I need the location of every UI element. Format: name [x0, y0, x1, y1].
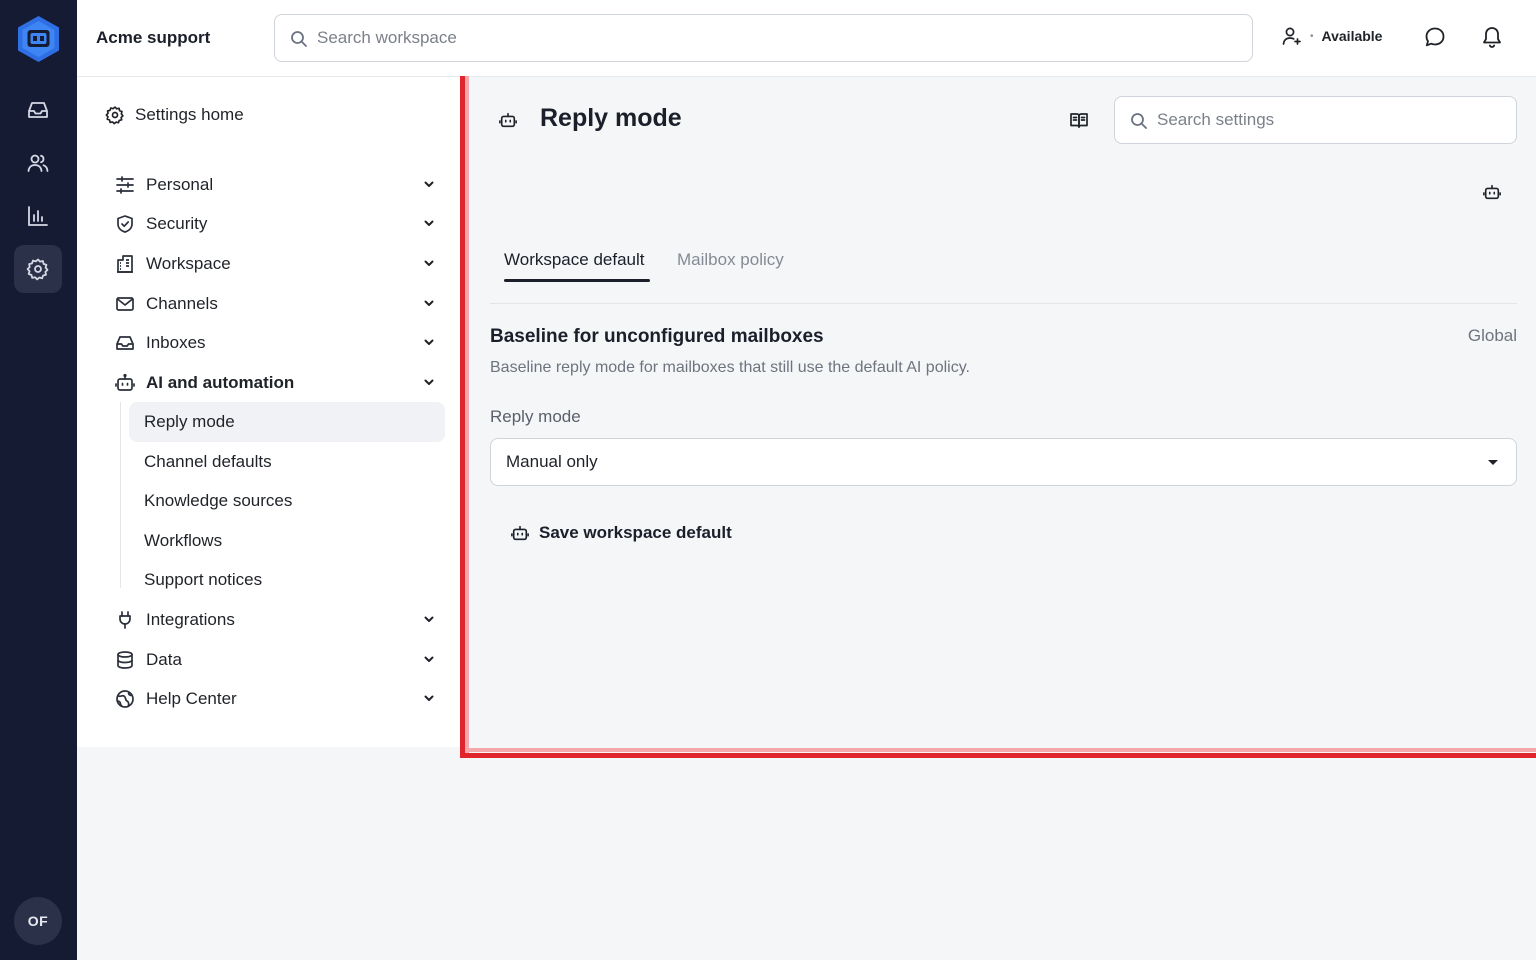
shield-icon [115, 214, 135, 234]
save-workspace-default-button[interactable]: Save workspace default [497, 513, 746, 553]
chevron-down-icon[interactable] [423, 217, 435, 229]
sidebar-item-security[interactable]: Security [115, 208, 435, 240]
settings-search-input[interactable] [1157, 105, 1497, 135]
sidebar-item-inboxes[interactable]: Inboxes [115, 327, 435, 359]
sidebar-item-label: Channels [146, 294, 218, 313]
chevron-down-icon[interactable] [423, 297, 435, 309]
sidebar-subitem-support-notices[interactable]: Support notices [129, 560, 445, 600]
settings-sidebar: Settings home Personal Security Workspac… [77, 77, 461, 747]
inbox-icon [26, 98, 50, 122]
people-icon [26, 151, 50, 175]
presence-label: Available [1321, 28, 1383, 44]
reply-mode-selected-value: Manual only [506, 452, 598, 471]
section-description: Baseline reply mode for mailboxes that s… [490, 359, 970, 376]
caret-down-icon [1488, 460, 1498, 465]
active-tab-indicator [504, 279, 650, 282]
chevron-down-icon[interactable] [423, 336, 435, 348]
sidebar-subitem-channel-defaults[interactable]: Channel defaults [129, 442, 445, 482]
highlight-frame-inner-left [465, 76, 469, 753]
settings-home-link[interactable]: Settings home [105, 105, 244, 125]
settings-search[interactable] [1114, 96, 1517, 144]
sidebar-item-ai-and-automation[interactable]: AI and automation [115, 367, 435, 399]
workspace-search-input[interactable] [317, 23, 1217, 53]
submenu-guide-line [120, 402, 121, 588]
inbox-icon [115, 333, 135, 353]
sidebar-item-label: Personal [146, 175, 214, 194]
sidebar-item-integrations[interactable]: Integrations [115, 604, 435, 636]
settings-home-label: Settings home [135, 105, 244, 124]
robot-icon [499, 111, 517, 129]
sidebar-subitem-knowledge-sources[interactable]: Knowledge sources [129, 481, 445, 521]
search-icon [290, 30, 308, 48]
chat-bubble-icon [1424, 26, 1446, 48]
presence-status[interactable]: • Available [1281, 26, 1382, 46]
robot-icon [115, 373, 135, 393]
sidebar-item-channels[interactable]: Channels [115, 288, 435, 320]
chevron-down-icon[interactable] [423, 376, 435, 388]
building-icon [115, 254, 135, 274]
chevron-down-icon[interactable] [423, 178, 435, 190]
sidebar-item-label: Data [146, 650, 182, 669]
chat-button[interactable] [1424, 26, 1446, 48]
workspace-name: Acme support [96, 28, 211, 47]
bell-icon [1481, 25, 1503, 49]
app-rail: OF [0, 0, 77, 960]
sidebar-item-label: AI and automation [146, 373, 295, 392]
user-avatar[interactable]: OF [14, 897, 62, 945]
globe-icon [115, 689, 135, 709]
inbox-nav-button[interactable] [14, 86, 62, 134]
book-open-icon[interactable] [1069, 110, 1089, 130]
search-icon [1130, 112, 1148, 130]
mail-icon [115, 294, 135, 314]
presence-separator: • [1310, 30, 1314, 42]
settings-nav-button[interactable] [14, 245, 62, 293]
sidebar-item-label: Integrations [146, 610, 235, 629]
sidebar-item-label: Help Center [146, 689, 237, 708]
chevron-down-icon[interactable] [423, 692, 435, 704]
gear-icon [26, 257, 50, 281]
bar-chart-icon [26, 204, 50, 228]
people-nav-button[interactable] [14, 139, 62, 187]
sidebar-item-label: Security [146, 214, 208, 233]
section-title: Baseline for unconfigured mailboxes [490, 326, 824, 347]
sidebar-item-help-center[interactable]: Help Center [115, 683, 435, 715]
sidebar-item-label: Inboxes [146, 333, 206, 352]
sidebar-subitem-reply-mode[interactable]: Reply mode [129, 402, 445, 442]
sidebar-item-data[interactable]: Data [115, 644, 435, 676]
page-title: Reply mode [540, 104, 682, 132]
database-icon [115, 650, 135, 670]
tab-mailbox-policy[interactable]: Mailbox policy [677, 250, 784, 286]
gear-icon [105, 105, 125, 125]
tab-bar: Workspace default Mailbox policy [490, 247, 1517, 304]
scope-badge: Global [1467, 326, 1517, 345]
workspace-search[interactable] [274, 14, 1253, 62]
main-panel: Reply mode Workspace default Mailbox pol… [469, 77, 1536, 748]
user-icon [1281, 26, 1301, 46]
sidebar-item-label: Workspace [146, 254, 231, 273]
sidebar-item-personal[interactable]: Personal [115, 169, 435, 201]
save-button-label: Save workspace default [539, 523, 732, 542]
reply-mode-select[interactable]: Manual only [490, 438, 1517, 486]
robot-hex-logo-icon[interactable] [15, 14, 62, 64]
notifications-button[interactable] [1481, 25, 1503, 49]
reply-mode-field-label: Reply mode [490, 407, 581, 426]
robot-icon[interactable] [1483, 183, 1501, 201]
sliders-icon [115, 175, 135, 195]
sidebar-item-workspace[interactable]: Workspace [115, 248, 435, 280]
top-bar: Acme support • Available [77, 0, 1536, 77]
chevron-down-icon[interactable] [423, 257, 435, 269]
highlight-frame-inner-bottom [465, 748, 1536, 752]
robot-icon [511, 524, 529, 542]
plug-icon [115, 610, 135, 630]
reports-nav-button[interactable] [14, 192, 62, 240]
sidebar-subitem-workflows[interactable]: Workflows [129, 521, 445, 561]
chevron-down-icon[interactable] [423, 613, 435, 625]
chevron-down-icon[interactable] [423, 653, 435, 665]
